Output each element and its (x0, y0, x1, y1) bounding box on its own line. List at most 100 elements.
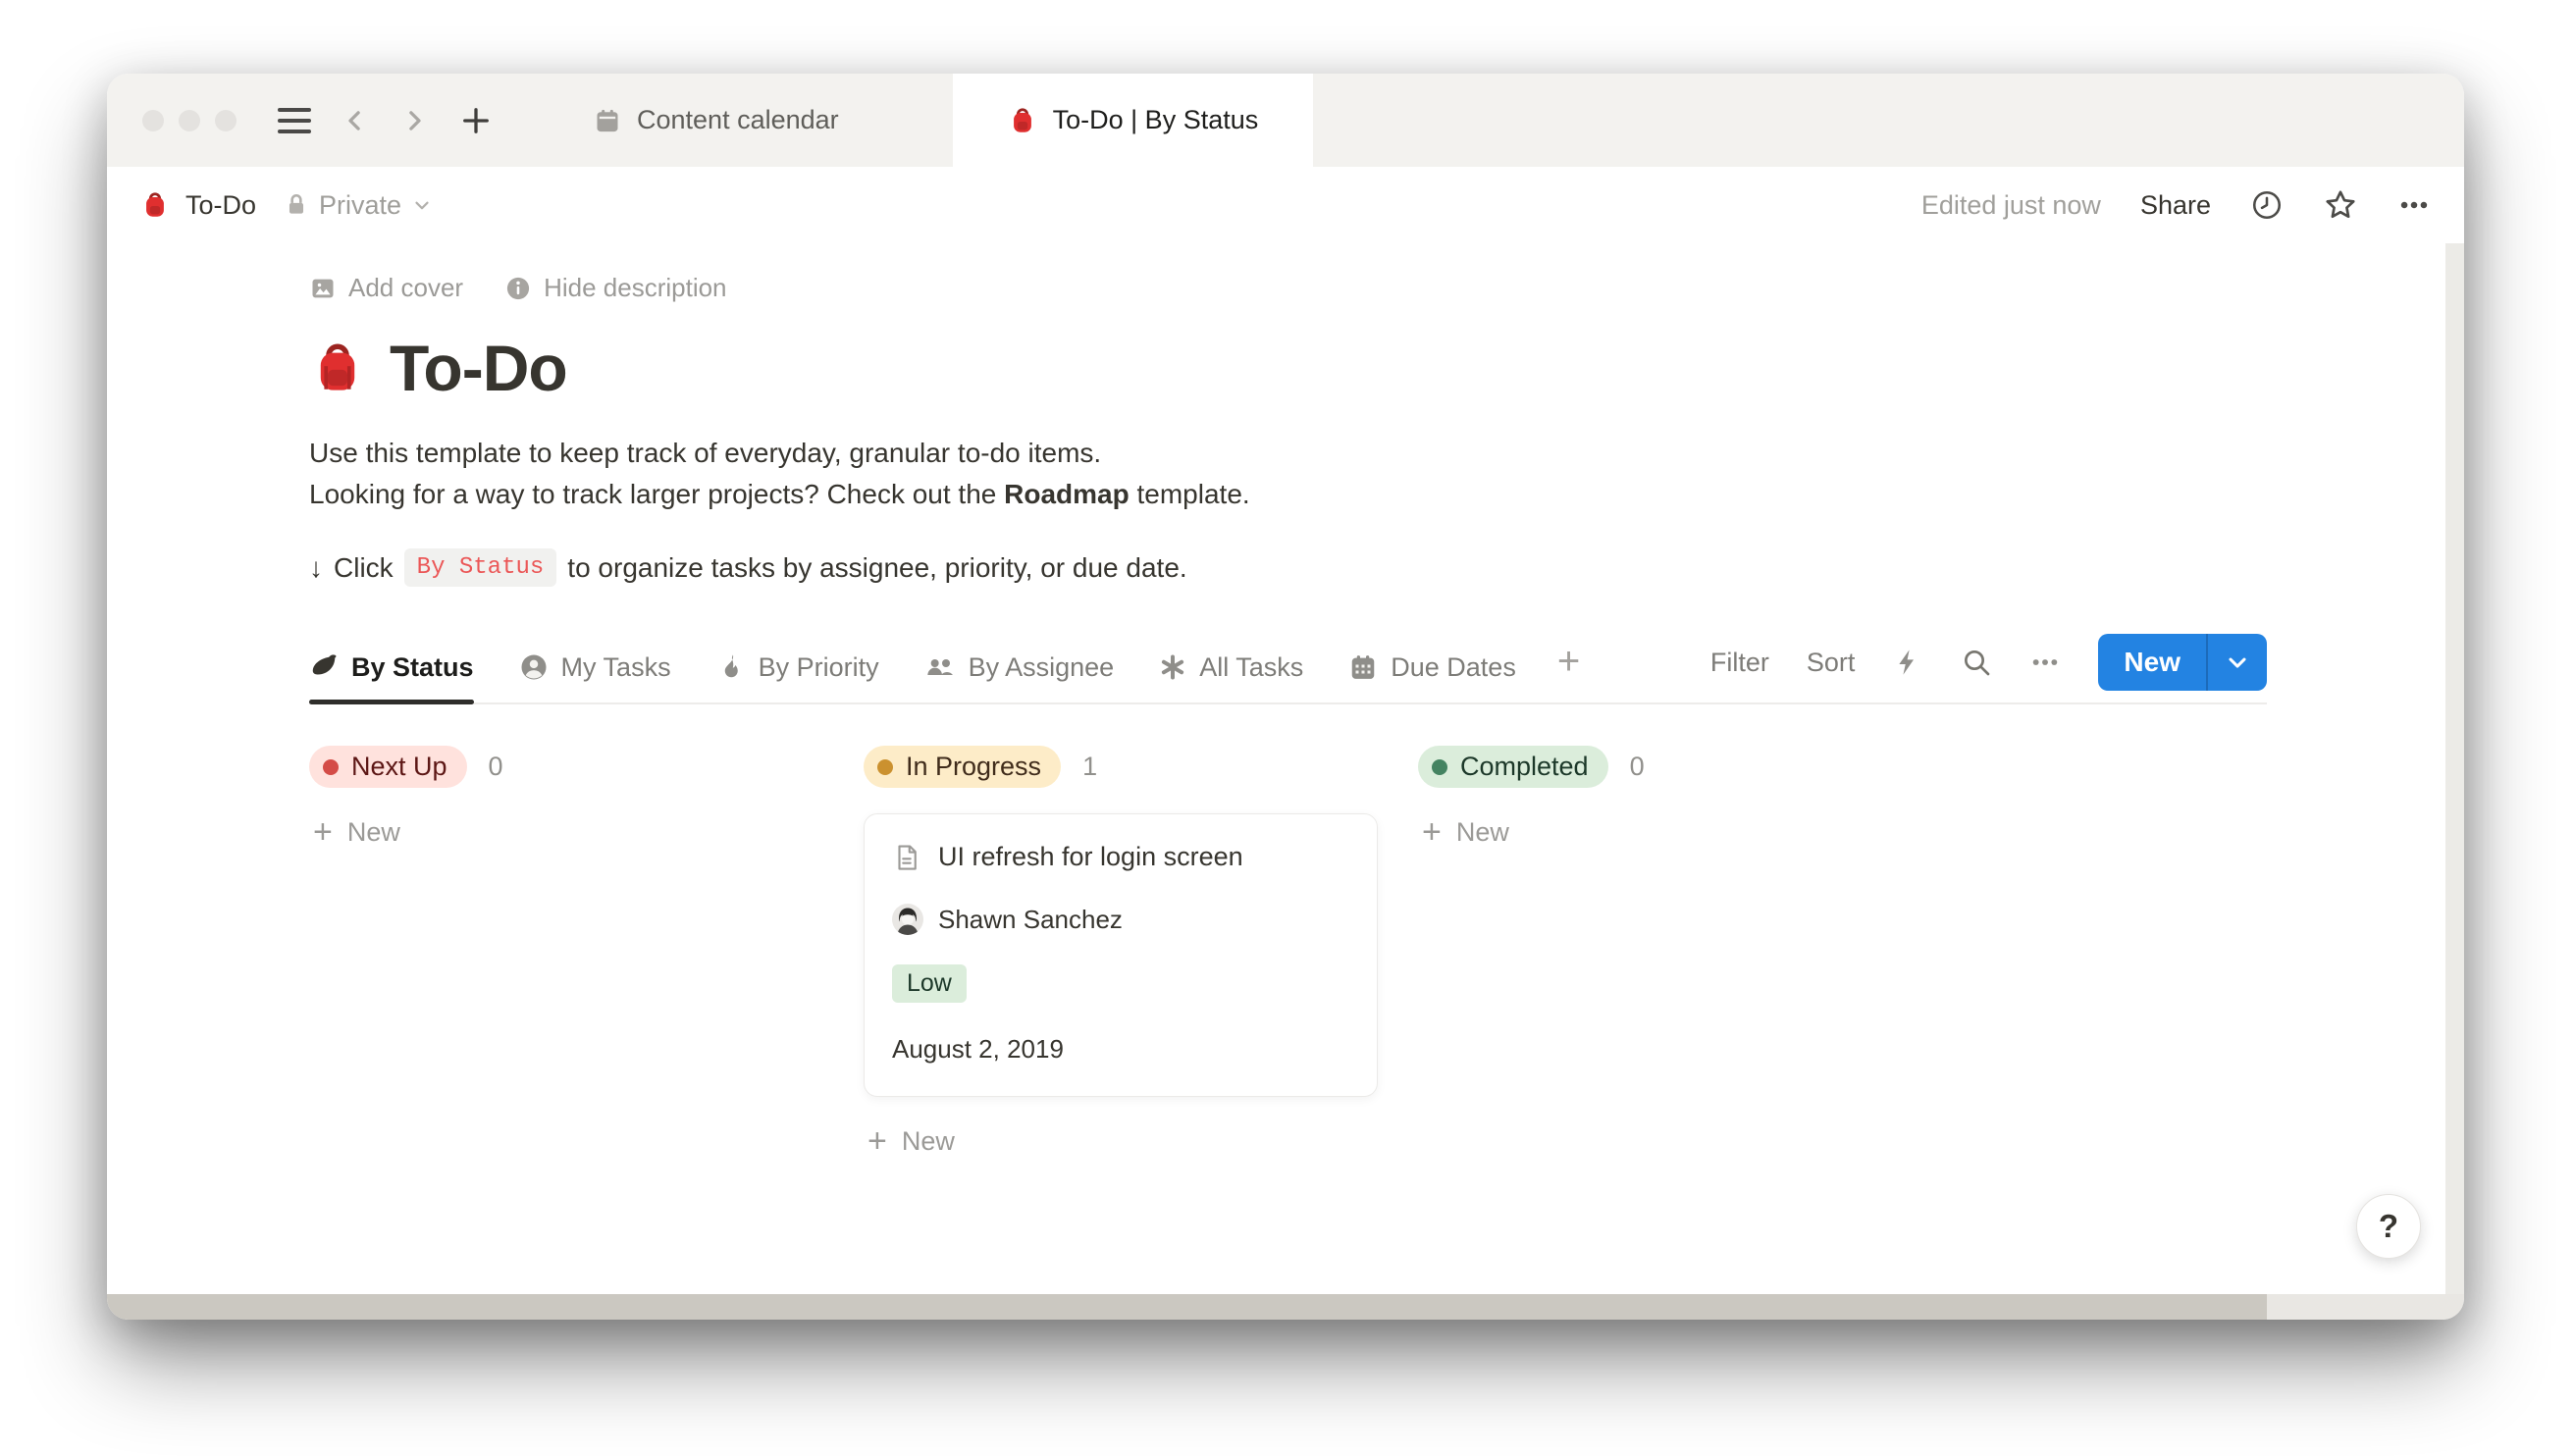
view-tabs-bar: By Status My Tasks By Priority (309, 634, 2267, 704)
view-tab-by-priority[interactable]: By Priority (716, 652, 879, 702)
view-more-options-icon[interactable] (2029, 647, 2061, 678)
new-tab-icon[interactable] (458, 103, 494, 138)
page-top-bar: To-Do Private Edited just now Share (107, 167, 2464, 243)
breadcrumb-title: To-Do (185, 190, 256, 221)
horizontal-scrollbar-track[interactable] (107, 1294, 2464, 1320)
status-dot (877, 759, 893, 775)
page-meta-actions: Add cover Hide description (309, 273, 2267, 303)
backpack-emoji-icon[interactable] (309, 339, 366, 396)
more-options-icon[interactable] (2397, 188, 2431, 222)
column-count: 1 (1082, 752, 1097, 782)
person-circle-icon (519, 652, 549, 682)
card-assignee-row: Shawn Sanchez (892, 904, 1349, 935)
status-pill-in-progress[interactable]: In Progress (864, 746, 1061, 788)
history-clock-icon[interactable] (2250, 188, 2284, 222)
privacy-label: Private (319, 190, 401, 221)
backpack-icon (1008, 106, 1037, 135)
tab-content-calendar[interactable]: Content calendar (549, 74, 884, 167)
priority-badge: Low (892, 964, 967, 1003)
document-icon (892, 843, 921, 872)
description-line-1: Use this template to keep track of every… (309, 433, 2267, 474)
flame-icon (716, 652, 746, 682)
close-window-button[interactable] (142, 110, 164, 131)
view-tab-all-tasks[interactable]: All Tasks (1159, 652, 1303, 702)
back-icon[interactable] (341, 106, 370, 135)
view-tab-due-dates[interactable]: Due Dates (1348, 652, 1516, 702)
page-title-row: To-Do (309, 331, 2267, 405)
column-count: 0 (489, 752, 503, 782)
column-next-up: Next Up 0 + New (309, 746, 823, 849)
hint-line: ↓ Click By Status to organize tasks by a… (309, 548, 2267, 587)
chevron-down-icon (411, 194, 433, 216)
board-view-icon (309, 652, 339, 682)
share-button[interactable]: Share (2140, 190, 2211, 221)
view-tabs: By Status My Tasks By Priority (309, 651, 1516, 702)
minimize-window-button[interactable] (179, 110, 200, 131)
nav-controls (236, 74, 494, 167)
add-card-button[interactable]: + New (309, 815, 823, 849)
tab-todo-by-status[interactable]: To-Do | By Status (953, 74, 1314, 167)
card-title: UI refresh for login screen (938, 842, 1243, 872)
status-dot (323, 759, 339, 775)
add-cover-button[interactable]: Add cover (309, 273, 463, 303)
add-card-button[interactable]: + New (864, 1124, 1378, 1158)
favorite-star-icon[interactable] (2323, 187, 2358, 223)
add-view-button[interactable]: + (1557, 642, 1580, 702)
sort-button[interactable]: Sort (1807, 648, 1856, 678)
roadmap-link: Roadmap (1004, 479, 1130, 509)
lightning-icon[interactable] (1892, 647, 1923, 678)
info-icon (504, 275, 532, 302)
page-title[interactable]: To-Do (390, 331, 567, 405)
tab-label: To-Do | By Status (1053, 105, 1259, 135)
new-task-dropdown-button[interactable] (2208, 649, 2267, 676)
view-actions: Filter Sort New (1710, 634, 2267, 702)
column-header: Completed 0 (1418, 746, 1932, 788)
view-tab-by-assignee[interactable]: By Assignee (924, 651, 1115, 702)
search-icon[interactable] (1961, 647, 1992, 678)
lock-icon (284, 192, 309, 218)
vertical-scrollbar[interactable] (2445, 243, 2464, 1294)
top-bar-actions: Edited just now Share (1921, 187, 2431, 223)
kanban-board: Next Up 0 + New In Progress 1 (309, 746, 2267, 1158)
new-task-button[interactable]: New (2098, 647, 2206, 678)
image-icon (309, 275, 337, 302)
horizontal-scrollbar-thumb[interactable] (107, 1294, 2267, 1320)
window-controls (107, 74, 236, 167)
people-icon (924, 651, 956, 683)
forward-icon[interactable] (399, 106, 429, 135)
app-window: Content calendar To-Do | By Status To-Do… (107, 74, 2464, 1320)
status-pill-next-up[interactable]: Next Up (309, 746, 467, 788)
down-arrow-icon: ↓ (309, 552, 323, 584)
add-card-button[interactable]: + New (1418, 815, 1932, 849)
window-tab-bar: Content calendar To-Do | By Status (107, 74, 2464, 167)
help-button[interactable]: ? (2356, 1194, 2421, 1259)
backpack-icon (140, 190, 170, 220)
tab-label: Content calendar (637, 105, 839, 135)
card-due-date: August 2, 2019 (892, 1034, 1349, 1065)
asterisk-icon (1159, 653, 1186, 681)
plus-icon: + (1422, 815, 1442, 849)
new-task-split-button: New (2098, 634, 2267, 691)
status-pill-completed[interactable]: Completed (1418, 746, 1608, 788)
calendar-icon (594, 107, 621, 134)
page-description[interactable]: Use this template to keep track of every… (309, 433, 2267, 515)
card-title-row: UI refresh for login screen (892, 842, 1349, 872)
column-count: 0 (1630, 752, 1645, 782)
hide-description-button[interactable]: Hide description (504, 273, 726, 303)
status-dot (1432, 759, 1447, 775)
plus-icon: + (867, 1124, 887, 1158)
privacy-dropdown[interactable]: Private (284, 190, 433, 221)
plus-icon: + (313, 815, 333, 849)
zoom-window-button[interactable] (215, 110, 236, 131)
description-line-2: Looking for a way to track larger projec… (309, 474, 2267, 515)
task-card[interactable]: UI refresh for login screen Shawn Sanche… (864, 813, 1378, 1097)
calendar-icon (1348, 652, 1378, 682)
edited-status: Edited just now (1921, 190, 2101, 221)
sidebar-menu-icon[interactable] (278, 108, 311, 133)
column-completed: Completed 0 + New (1418, 746, 1932, 849)
breadcrumb[interactable]: To-Do (140, 190, 256, 221)
view-tab-my-tasks[interactable]: My Tasks (519, 652, 671, 702)
filter-button[interactable]: Filter (1710, 648, 1769, 678)
avatar (892, 904, 923, 935)
view-tab-by-status[interactable]: By Status (309, 652, 474, 702)
